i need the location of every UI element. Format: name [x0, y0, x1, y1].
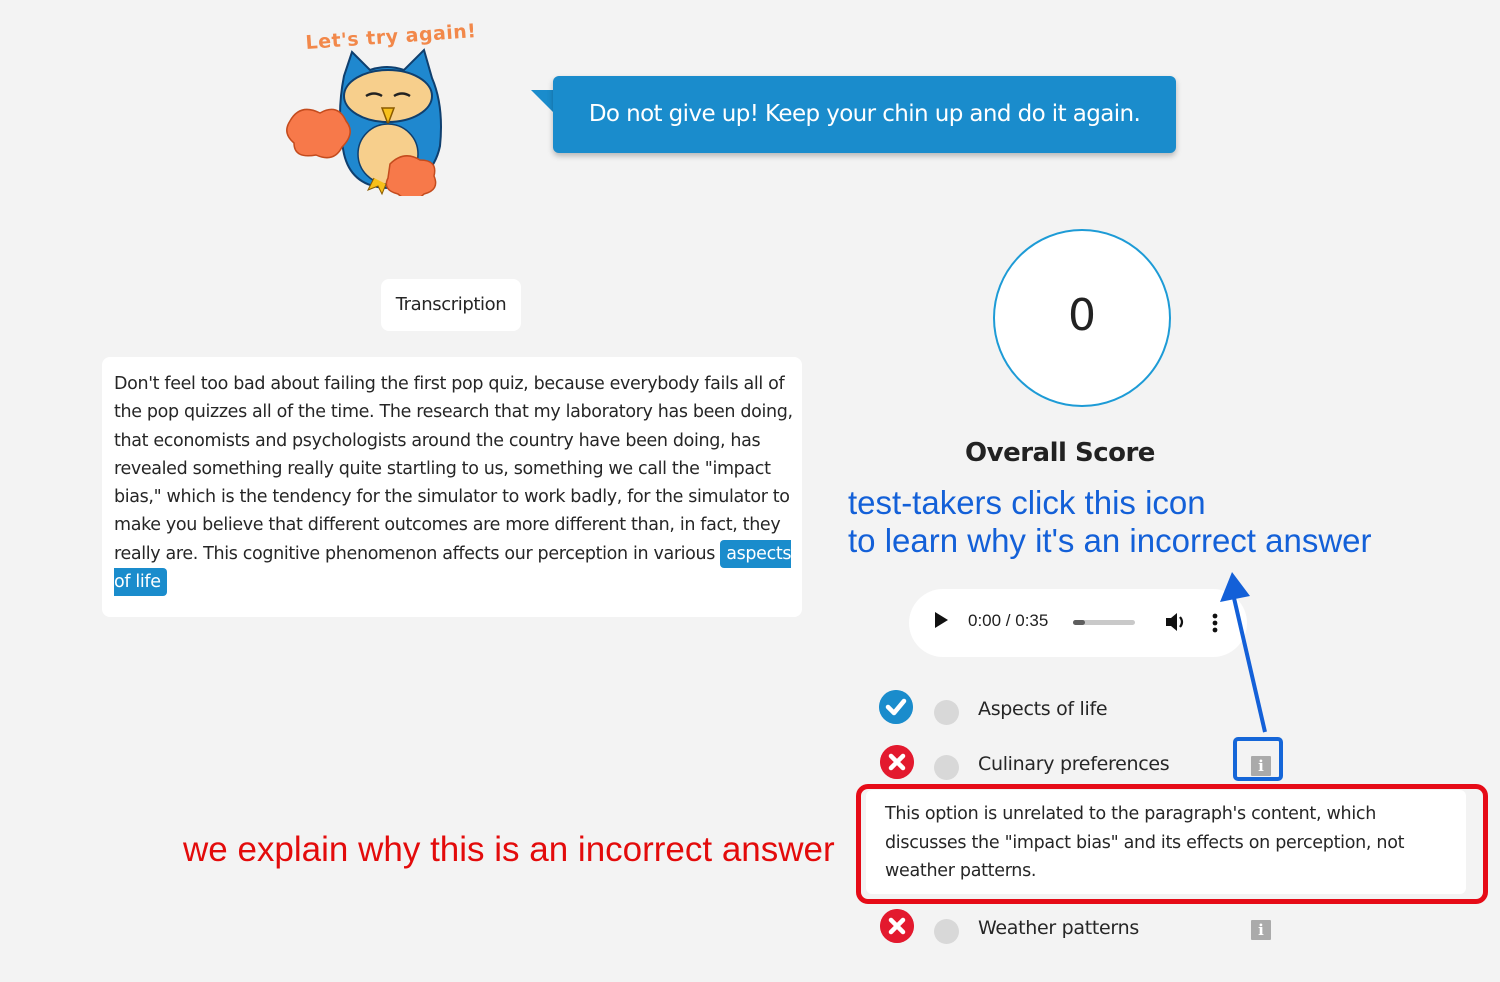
- annotation-explanation-outline: [856, 784, 1488, 904]
- annotation-click-icon: test-takers click this icon to learn why…: [848, 484, 1372, 560]
- transcript-body: Don't feel too bad about failing the fir…: [114, 374, 793, 564]
- option-radio[interactable]: [934, 919, 959, 944]
- owl-mascot-icon: [286, 48, 442, 196]
- volume-icon[interactable]: [1164, 611, 1188, 633]
- option-label[interactable]: Aspects of life: [978, 698, 1108, 720]
- transcript-text: Don't feel too bad about failing the fir…: [114, 370, 794, 597]
- info-icon[interactable]: i: [1251, 920, 1271, 940]
- owl-body: [286, 48, 442, 196]
- feedback-speech-bubble: Do not give up! Keep your chin up and do…: [553, 76, 1176, 153]
- correct-check-icon: [879, 690, 913, 724]
- audio-seek-progress: [1073, 620, 1085, 625]
- option-radio[interactable]: [934, 700, 959, 725]
- score-value: 0: [1068, 290, 1096, 341]
- annotation-explanation: we explain why this is an incorrect answ…: [183, 830, 835, 869]
- incorrect-x-icon: [880, 745, 914, 779]
- annotation-line-1: test-takers click this icon: [848, 484, 1206, 521]
- annotation-info-highlight-box: [1233, 737, 1283, 781]
- play-icon[interactable]: [935, 612, 948, 628]
- speech-bubble-tail: [531, 90, 555, 114]
- incorrect-x-icon: [880, 909, 914, 943]
- audio-time: 0:00 / 0:35: [968, 611, 1049, 630]
- option-label[interactable]: Culinary preferences: [978, 753, 1170, 775]
- option-label[interactable]: Weather patterns: [978, 917, 1139, 939]
- transcription-tab[interactable]: Transcription: [381, 279, 521, 331]
- annotation-line-2: to learn why it's an incorrect answer: [848, 522, 1372, 559]
- score-label: Overall Score: [965, 438, 1155, 468]
- annotation-arrow-icon: [1220, 572, 1267, 733]
- option-radio[interactable]: [934, 755, 959, 780]
